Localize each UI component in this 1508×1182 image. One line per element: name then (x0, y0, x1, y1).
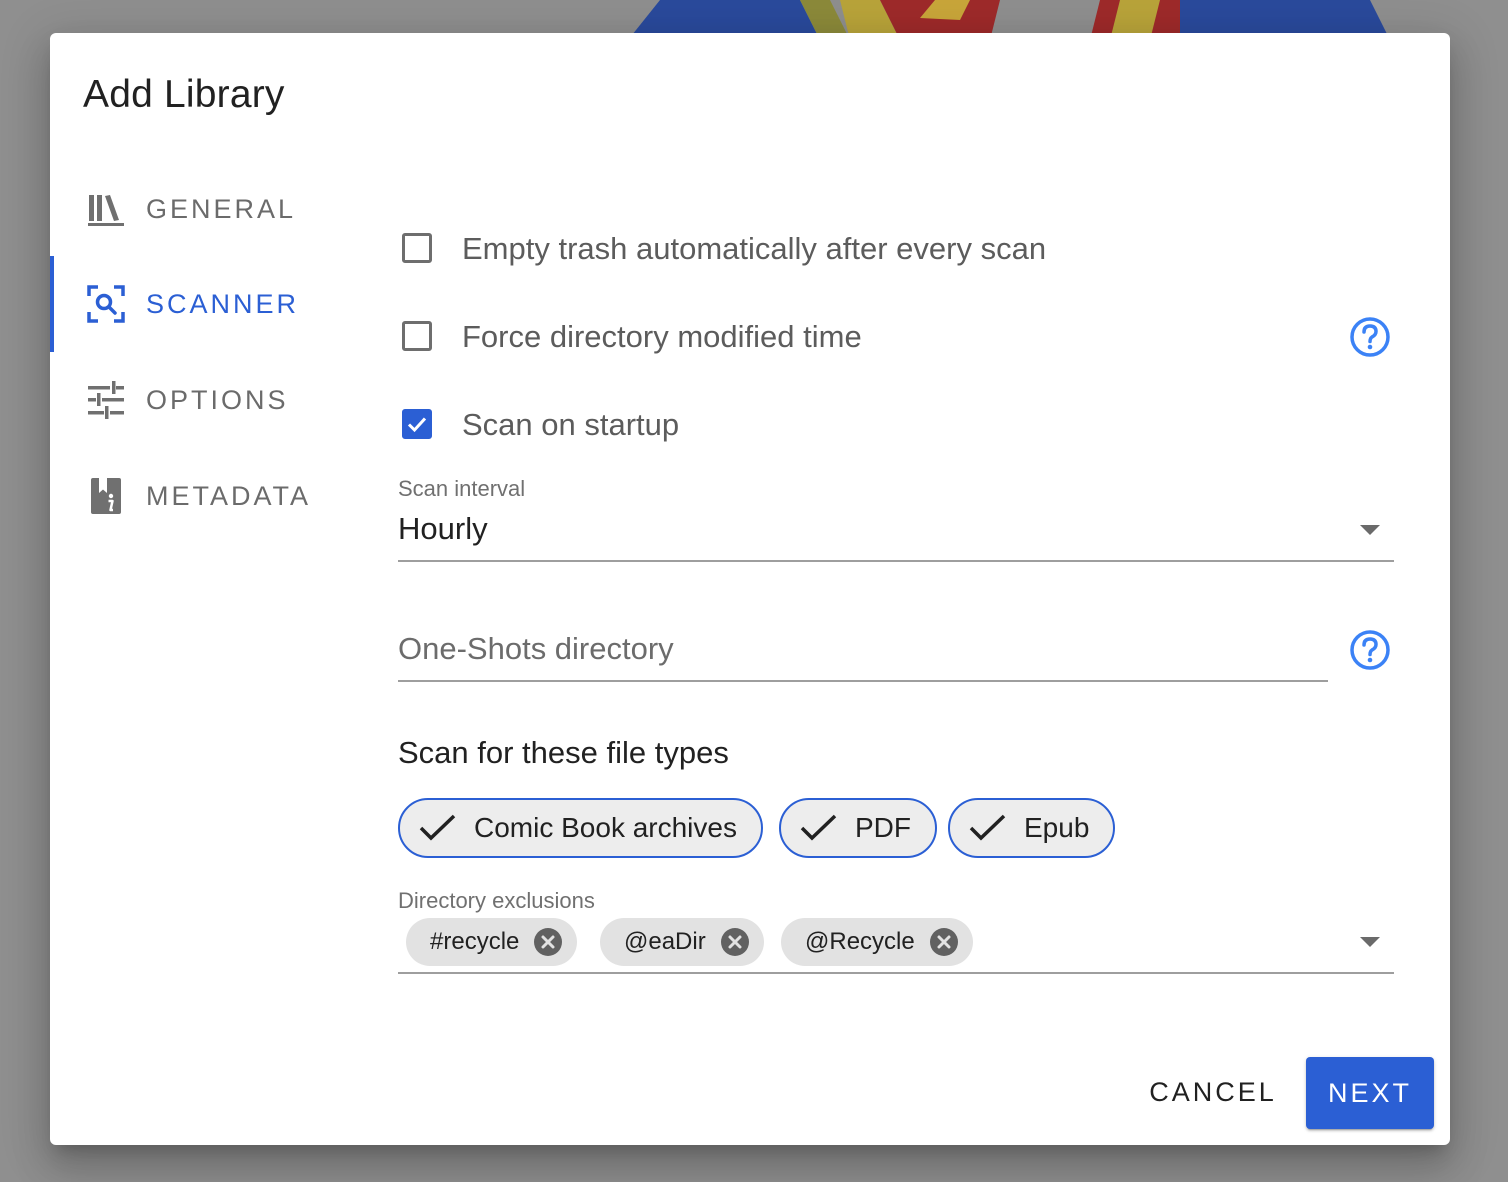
tab-metadata-label: METADATA (146, 481, 311, 511)
scan-interval-label: Scan interval (398, 476, 526, 501)
tab-options-label: OPTIONS (146, 385, 289, 415)
filetype-chip-cbz[interactable]: Comic Book archives (398, 798, 763, 858)
oneshots-directory-input[interactable]: One-Shots directory (398, 631, 674, 667)
tab-general-label: GENERAL (146, 194, 297, 224)
remove-chip-icon[interactable] (720, 927, 750, 957)
oneshots-underline (398, 680, 1328, 682)
empty-trash-label: Empty trash automatically after every sc… (462, 231, 1047, 266)
force-modified-label: Force directory modified time (462, 319, 862, 354)
tab-metadata[interactable]: METADATA (50, 448, 340, 544)
bookshelf-icon (88, 195, 124, 226)
exclusion-chip-label: @Recycle (805, 928, 915, 955)
cancel-button[interactable]: CANCEL (1140, 1057, 1286, 1127)
scan-startup-checkbox-row[interactable]: Scan on startup (398, 403, 1398, 451)
tab-options[interactable]: OPTIONS (50, 352, 340, 448)
exclusion-chip: @eaDir (600, 918, 764, 966)
scan-startup-label: Scan on startup (462, 407, 680, 442)
force-modified-checkbox[interactable] (402, 321, 432, 351)
scan-interval-dropdown-icon[interactable] (1360, 525, 1380, 535)
scan-interval-underline (398, 560, 1394, 562)
scan-startup-checkbox[interactable] (402, 409, 432, 439)
tune-sliders-icon (88, 381, 124, 419)
book-info-icon (91, 478, 121, 514)
exclusions-underline (398, 972, 1394, 974)
exclusions-label: Directory exclusions (398, 888, 595, 913)
filetype-chip-label: Epub (1024, 812, 1090, 843)
remove-chip-icon[interactable] (533, 927, 563, 957)
checkmark-icon (407, 417, 427, 433)
active-tab-indicator (50, 256, 54, 352)
dialog-title: Add Library (83, 73, 285, 116)
force-modified-checkbox-row[interactable]: Force directory modified time (398, 315, 1398, 363)
next-button[interactable]: NEXT (1306, 1057, 1434, 1129)
oneshots-help-icon[interactable] (1349, 629, 1391, 671)
exclusions-dropdown-icon[interactable] (1360, 937, 1380, 947)
exclusion-chip-label: #recycle (430, 928, 520, 955)
tab-scanner[interactable]: SCANNER (50, 256, 340, 352)
empty-trash-checkbox[interactable] (402, 233, 432, 263)
tab-scanner-label: SCANNER (146, 289, 300, 319)
scan-search-icon (87, 285, 125, 323)
check-icon (419, 814, 456, 841)
force-modified-help-icon[interactable] (1349, 316, 1391, 358)
exclusion-chip-label: @eaDir (624, 928, 706, 955)
filetype-chip-label: Comic Book archives (474, 812, 737, 843)
add-library-dialog: Add Library GENERAL SCANNER OPTIONS META… (50, 33, 1450, 1145)
filetype-chip-label: PDF (855, 812, 911, 843)
empty-trash-checkbox-row[interactable]: Empty trash automatically after every sc… (398, 227, 1398, 275)
filetype-chip-epub[interactable]: Epub (948, 798, 1116, 858)
exclusion-chip: @Recycle (781, 918, 973, 966)
remove-chip-icon[interactable] (929, 927, 959, 957)
check-icon (800, 814, 837, 841)
exclusion-chip: #recycle (406, 918, 578, 966)
check-icon (969, 814, 1006, 841)
scan-interval-select[interactable]: Hourly (398, 511, 488, 547)
tab-general[interactable]: GENERAL (50, 161, 340, 257)
file-types-heading: Scan for these file types (398, 735, 729, 770)
filetype-chip-pdf[interactable]: PDF (779, 798, 937, 858)
